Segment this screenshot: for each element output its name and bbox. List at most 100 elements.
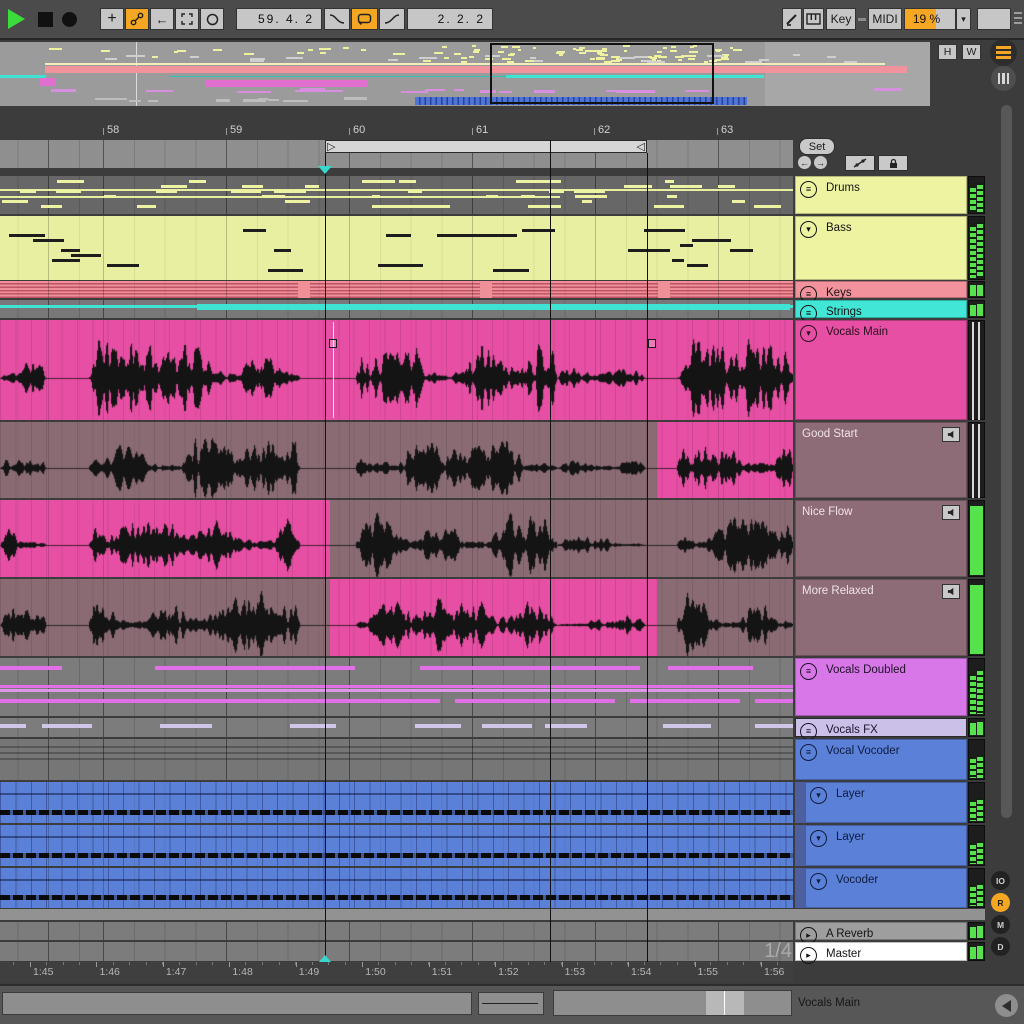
track-lane-layer[interactable] [0,782,793,823]
grid-interval-label: 1/4 [748,940,792,963]
track-name: Bass [826,222,852,234]
unfold-triangle-icon[interactable]: ▾ [800,325,817,342]
meter-bar [977,755,983,778]
unfold-triangle-icon[interactable]: ▾ [800,221,817,238]
track-lane-vocals-doubled[interactable] [0,658,793,716]
track-header-a-reverb[interactable]: ▸A Reverb [795,922,967,940]
unfold-triangle-icon[interactable]: ▾ [810,787,827,804]
midi-note [0,724,26,728]
mixer-toggle-io[interactable]: IO [991,871,1010,890]
show-detail-view-button[interactable] [995,994,1018,1017]
track-lane-layer[interactable] [0,825,793,866]
speaker-icon [947,508,956,517]
cpu-meter[interactable]: 19 % [904,8,956,30]
minor-tick [544,962,545,965]
track-lane-more-relaxed[interactable] [0,579,793,656]
track-header-bass[interactable]: ▾ Bass [795,216,967,280]
track-header-layer[interactable]: ▾Layer [805,782,967,823]
track-lane-good-start[interactable] [0,422,793,498]
track-lane-vocoder[interactable] [0,868,793,908]
computer-midi-keyboard-button[interactable] [803,8,824,30]
menu-toggle[interactable] [990,39,1017,66]
minor-tick [461,962,462,965]
track-header-vocals-fx[interactable]: ≡Vocals FX [795,718,967,737]
track-lane-keys[interactable] [0,281,793,298]
minor-tick [262,962,263,965]
audition-take-button[interactable] [942,505,960,520]
track-header-more-relaxed[interactable]: More Relaxed [795,579,967,656]
track-lines-icon[interactable]: ≡ [800,181,817,198]
lock-envelopes-button[interactable] [878,155,908,171]
track-lane-bass[interactable] [0,216,793,280]
mixer-toggle-m[interactable]: M [991,915,1010,934]
track-header-vocals-main[interactable]: ▾Vocals Main [795,320,967,420]
meter-line [978,322,980,420]
play-circle-icon[interactable]: ▸ [800,947,817,964]
midi-note [0,666,62,670]
track-lane-vocals-fx[interactable] [0,718,793,737]
cpu-dropdown-button[interactable]: ▾ [956,8,971,30]
clip-overview-waveform[interactable] [553,990,792,1016]
track-header-layer[interactable]: ▾Layer [805,825,967,866]
track-header-strings[interactable]: ≡Strings [795,300,967,318]
midi-note [20,190,36,193]
audition-take-button[interactable] [942,584,960,599]
mixer-toggle-r[interactable]: R [991,893,1010,912]
track-lines-icon[interactable]: ≡ [800,723,817,740]
track-lines-icon[interactable]: ≡ [800,744,817,761]
next-marker-button[interactable]: → [814,156,827,169]
track-header-master[interactable]: ▸Master [795,942,967,961]
audition-take-button[interactable] [942,427,960,442]
minor-tick [511,962,512,965]
midi-note [262,195,285,198]
track-header-vocoder[interactable]: ▾Vocoder [805,868,967,908]
set-button[interactable]: Set [799,138,835,155]
insert-marker-top[interactable] [318,166,332,174]
track-header-vocals-doubled[interactable]: ≡Vocals Doubled [795,658,967,716]
meter-bar [977,285,983,296]
minor-tick [312,962,313,965]
h-label: H [944,46,952,58]
unfold-triangle-icon[interactable]: ▾ [810,873,827,890]
fade-handle[interactable] [648,339,656,348]
track-lane-a-reverb[interactable] [0,922,793,940]
time-tick [562,962,563,967]
track-lane-strings[interactable] [0,300,793,318]
time-tick [296,962,297,967]
midi-note [528,205,561,208]
track-lane-vocals-main[interactable] [0,320,793,420]
optimize-height-button[interactable]: H [938,44,957,60]
prev-marker-button[interactable]: ← [798,156,811,169]
optimize-width-button[interactable]: W [962,44,981,60]
track-name: More Relaxed [802,585,874,597]
fade-handle[interactable] [329,339,337,348]
key-map-button[interactable]: Key [826,8,856,30]
meter-bar [970,757,976,778]
time-ruler[interactable]: 1:451:461:471:481:491:501:511:521:531:54… [0,962,793,982]
mixer-toggle-d[interactable]: D [991,937,1010,956]
track-lanes-area[interactable] [0,0,793,1024]
track-header-good-start[interactable]: Good Start [795,422,967,498]
mixer-view-toggle[interactable] [991,66,1016,91]
track-header-nice-flow[interactable]: Nice Flow [795,500,967,577]
midi-note [156,190,177,193]
track-name: Good Start [802,428,858,440]
track-lane-vocal-vocoder[interactable] [0,739,793,780]
time-label: 1:53 [565,966,585,978]
track-lane-drums[interactable] [0,176,793,214]
midi-map-button[interactable]: MIDI [868,8,902,30]
midi-note [0,699,440,703]
track-lane-master[interactable] [0,942,793,961]
automation-mode-button[interactable] [845,155,875,171]
track-header-vocal-vocoder[interactable]: ≡Vocal Vocoder [795,739,967,780]
track-meter [968,579,985,656]
midi-note [452,234,497,237]
clip-loop-box[interactable] [478,992,544,1015]
track-lines-icon[interactable]: ≡ [800,663,817,680]
meter-bar [970,885,976,906]
track-header-drums[interactable]: ≡Drums [795,176,967,214]
track-header-keys[interactable]: ≡Keys [795,281,967,298]
track-lane-nice-flow[interactable] [0,500,793,577]
vertical-scrollbar[interactable] [1001,105,1012,818]
unfold-triangle-icon[interactable]: ▾ [810,830,827,847]
